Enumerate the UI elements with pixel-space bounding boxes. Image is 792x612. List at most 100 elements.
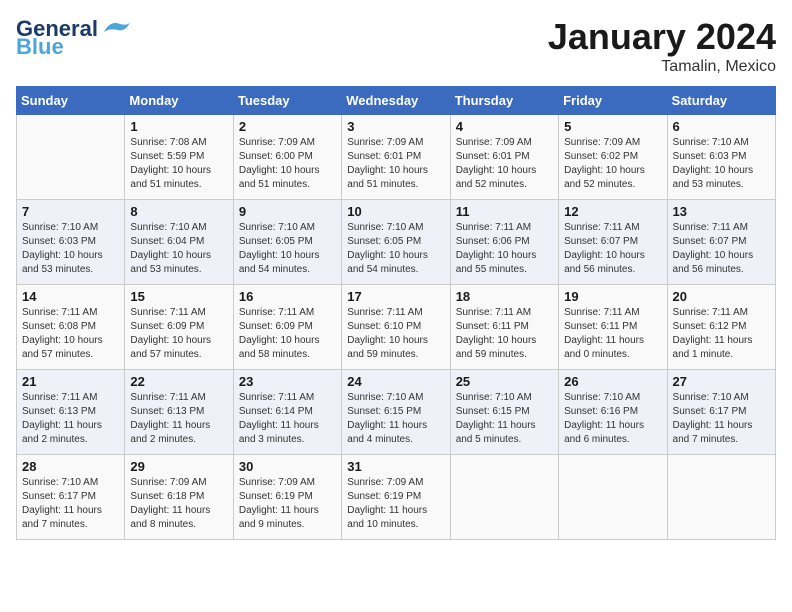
day-info: Sunrise: 7:08 AM Sunset: 5:59 PM Dayligh… — [130, 136, 227, 192]
day-number: 25 — [456, 374, 553, 389]
calendar-cell: 30Sunrise: 7:09 AM Sunset: 6:19 PM Dayli… — [233, 455, 341, 540]
day-number: 29 — [130, 459, 227, 474]
day-number: 31 — [347, 459, 444, 474]
day-info: Sunrise: 7:11 AM Sunset: 6:13 PM Dayligh… — [22, 391, 119, 447]
day-info: Sunrise: 7:11 AM Sunset: 6:11 PM Dayligh… — [564, 306, 661, 362]
calendar-cell: 1 Sunrise: 7:08 AM Sunset: 5:59 PM Daylig… — [125, 115, 233, 200]
day-number: 12 — [564, 204, 661, 219]
day-info: Sunrise: 7:11 AM Sunset: 6:09 PM Dayligh… — [130, 306, 227, 362]
day-number: 16 — [239, 289, 336, 304]
calendar-cell: 22 Sunrise: 7:11 AM Sunset: 6:13 PM Dayli… — [125, 370, 233, 455]
day-info: Sunrise: 7:10 AM Sunset: 6:04 PM Dayligh… — [130, 221, 227, 277]
day-info: Sunrise: 7:10 AM Sunset: 6:05 PM Dayligh… — [239, 221, 336, 277]
day-number: 1 — [130, 119, 227, 134]
calendar-cell: 14Sunrise: 7:11 AM Sunset: 6:08 PM Dayli… — [17, 285, 125, 370]
day-info: Sunrise: 7:11 AM Sunset: 6:14 PM Dayligh… — [239, 391, 336, 447]
day-number: 27 — [673, 374, 770, 389]
day-number: 18 — [456, 289, 553, 304]
day-number: 30 — [239, 459, 336, 474]
calendar-cell: 18 Sunrise: 7:11 AM Sunset: 6:11 PM Dayli… — [450, 285, 558, 370]
calendar-cell: 26 Sunrise: 7:10 AM Sunset: 6:16 PM Dayli… — [559, 370, 667, 455]
day-number: 3 — [347, 119, 444, 134]
day-info: Sunrise: 7:10 AM Sunset: 6:17 PM Dayligh… — [22, 476, 119, 532]
header-cell-friday: Friday — [559, 87, 667, 115]
day-number: 26 — [564, 374, 661, 389]
day-info: Sunrise: 7:09 AM Sunset: 6:02 PM Dayligh… — [564, 136, 661, 192]
day-info: Sunrise: 7:09 AM Sunset: 6:01 PM Dayligh… — [456, 136, 553, 192]
day-info: Sunrise: 7:10 AM Sunset: 6:15 PM Dayligh… — [456, 391, 553, 447]
day-info: Sunrise: 7:11 AM Sunset: 6:06 PM Dayligh… — [456, 221, 553, 277]
calendar-cell — [450, 455, 558, 540]
calendar-cell: 10 Sunrise: 7:10 AM Sunset: 6:05 PM Dayli… — [342, 200, 450, 285]
calendar-cell: 29Sunrise: 7:09 AM Sunset: 6:18 PM Dayli… — [125, 455, 233, 540]
calendar-cell: 9 Sunrise: 7:10 AM Sunset: 6:05 PM Daylig… — [233, 200, 341, 285]
calendar-cell: 11 Sunrise: 7:11 AM Sunset: 6:06 PM Dayli… — [450, 200, 558, 285]
calendar-cell: 13Sunrise: 7:11 AM Sunset: 6:07 PM Dayli… — [667, 200, 775, 285]
day-number: 21 — [22, 374, 119, 389]
location-title: Tamalin, Mexico — [548, 58, 776, 76]
day-info: Sunrise: 7:09 AM Sunset: 6:01 PM Dayligh… — [347, 136, 444, 192]
day-number: 15 — [130, 289, 227, 304]
calendar-cell: 17 Sunrise: 7:11 AM Sunset: 6:10 PM Dayli… — [342, 285, 450, 370]
calendar-week-row: 7 Sunrise: 7:10 AM Sunset: 6:03 PM Daylig… — [17, 200, 776, 285]
day-number: 22 — [130, 374, 227, 389]
calendar-cell: 4Sunrise: 7:09 AM Sunset: 6:01 PM Daylig… — [450, 115, 558, 200]
day-info: Sunrise: 7:10 AM Sunset: 6:03 PM Dayligh… — [22, 221, 119, 277]
day-info: Sunrise: 7:11 AM Sunset: 6:10 PM Dayligh… — [347, 306, 444, 362]
calendar-cell: 15 Sunrise: 7:11 AM Sunset: 6:09 PM Dayli… — [125, 285, 233, 370]
calendar-cell: 27 Sunrise: 7:10 AM Sunset: 6:17 PM Dayli… — [667, 370, 775, 455]
day-number: 17 — [347, 289, 444, 304]
calendar-cell: 3 Sunrise: 7:09 AM Sunset: 6:01 PM Daylig… — [342, 115, 450, 200]
day-number: 6 — [673, 119, 770, 134]
logo-text2: Blue — [16, 34, 64, 60]
calendar-cell — [667, 455, 775, 540]
day-info: Sunrise: 7:11 AM Sunset: 6:11 PM Dayligh… — [456, 306, 553, 362]
day-number: 28 — [22, 459, 119, 474]
day-info: Sunrise: 7:09 AM Sunset: 6:00 PM Dayligh… — [239, 136, 336, 192]
day-number: 13 — [673, 204, 770, 219]
calendar-cell: 25 Sunrise: 7:10 AM Sunset: 6:15 PM Dayli… — [450, 370, 558, 455]
header-cell-wednesday: Wednesday — [342, 87, 450, 115]
day-number: 11 — [456, 204, 553, 219]
header-cell-saturday: Saturday — [667, 87, 775, 115]
calendar-cell — [17, 115, 125, 200]
day-number: 24 — [347, 374, 444, 389]
calendar-cell: 8Sunrise: 7:10 AM Sunset: 6:04 PM Daylig… — [125, 200, 233, 285]
calendar-week-row: 28 Sunrise: 7:10 AM Sunset: 6:17 PM Dayli… — [17, 455, 776, 540]
day-info: Sunrise: 7:11 AM Sunset: 6:07 PM Dayligh… — [564, 221, 661, 277]
day-info: Sunrise: 7:11 AM Sunset: 6:13 PM Dayligh… — [130, 391, 227, 447]
day-info: Sunrise: 7:11 AM Sunset: 6:12 PM Dayligh… — [673, 306, 770, 362]
day-number: 23 — [239, 374, 336, 389]
calendar-cell: 7 Sunrise: 7:10 AM Sunset: 6:03 PM Daylig… — [17, 200, 125, 285]
calendar-cell: 16Sunrise: 7:11 AM Sunset: 6:09 PM Dayli… — [233, 285, 341, 370]
calendar-cell — [559, 455, 667, 540]
calendar-body: 1 Sunrise: 7:08 AM Sunset: 5:59 PM Daylig… — [17, 115, 776, 540]
day-info: Sunrise: 7:10 AM Sunset: 6:05 PM Dayligh… — [347, 221, 444, 277]
day-info: Sunrise: 7:10 AM Sunset: 6:16 PM Dayligh… — [564, 391, 661, 447]
header-cell-sunday: Sunday — [17, 87, 125, 115]
calendar-cell: 24Sunrise: 7:10 AM Sunset: 6:15 PM Dayli… — [342, 370, 450, 455]
day-number: 7 — [22, 204, 119, 219]
calendar-cell: 6 Sunrise: 7:10 AM Sunset: 6:03 PM Daylig… — [667, 115, 775, 200]
calendar-header-row: SundayMondayTuesdayWednesdayThursdayFrid… — [17, 87, 776, 115]
logo-bird-icon — [100, 18, 132, 40]
day-number: 5 — [564, 119, 661, 134]
day-info: Sunrise: 7:09 AM Sunset: 6:19 PM Dayligh… — [347, 476, 444, 532]
calendar-week-row: 14Sunrise: 7:11 AM Sunset: 6:08 PM Dayli… — [17, 285, 776, 370]
day-number: 20 — [673, 289, 770, 304]
day-number: 9 — [239, 204, 336, 219]
day-number: 10 — [347, 204, 444, 219]
calendar-cell: 21 Sunrise: 7:11 AM Sunset: 6:13 PM Dayli… — [17, 370, 125, 455]
title-area: January 2024 Tamalin, Mexico — [548, 16, 776, 76]
calendar-cell: 28 Sunrise: 7:10 AM Sunset: 6:17 PM Dayli… — [17, 455, 125, 540]
page-header: General Blue January 2024 Tamalin, Mexic… — [16, 16, 776, 76]
calendar-cell: 31 Sunrise: 7:09 AM Sunset: 6:19 PM Dayli… — [342, 455, 450, 540]
calendar-cell: 23 Sunrise: 7:11 AM Sunset: 6:14 PM Dayli… — [233, 370, 341, 455]
calendar-week-row: 21 Sunrise: 7:11 AM Sunset: 6:13 PM Dayli… — [17, 370, 776, 455]
day-info: Sunrise: 7:10 AM Sunset: 6:17 PM Dayligh… — [673, 391, 770, 447]
day-info: Sunrise: 7:10 AM Sunset: 6:03 PM Dayligh… — [673, 136, 770, 192]
day-info: Sunrise: 7:11 AM Sunset: 6:08 PM Dayligh… — [22, 306, 119, 362]
day-number: 2 — [239, 119, 336, 134]
calendar-table: SundayMondayTuesdayWednesdayThursdayFrid… — [16, 86, 776, 540]
header-cell-thursday: Thursday — [450, 87, 558, 115]
